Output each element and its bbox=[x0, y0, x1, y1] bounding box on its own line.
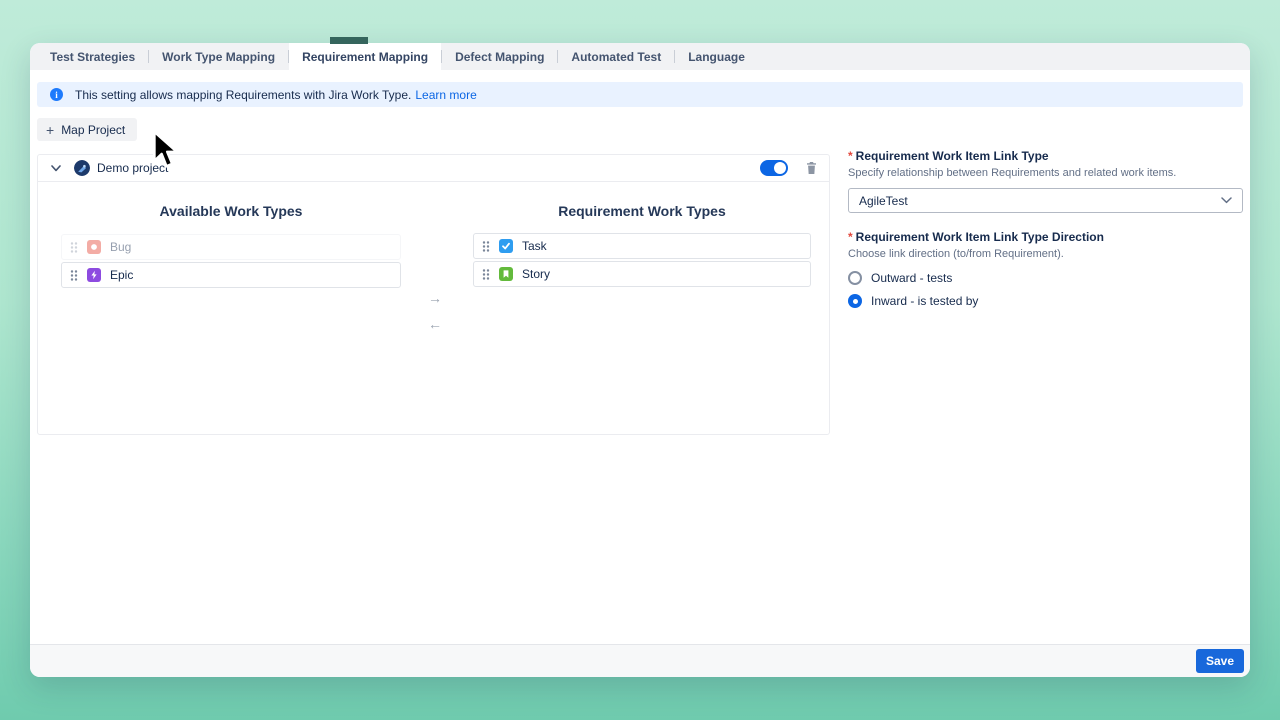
link-type-selected-value: AgileTest bbox=[859, 194, 908, 208]
save-button[interactable]: Save bbox=[1196, 649, 1244, 673]
direction-label-text: Requirement Work Item Link Type Directio… bbox=[856, 230, 1104, 244]
epic-icon bbox=[87, 268, 101, 282]
radio-inward-icon[interactable] bbox=[848, 294, 862, 308]
link-type-label: *Requirement Work Item Link Type bbox=[848, 149, 1243, 163]
radio-inward-label: Inward - is tested by bbox=[871, 294, 978, 308]
tab-defect-mapping[interactable]: Defect Mapping bbox=[442, 43, 557, 70]
progress-notch bbox=[330, 37, 368, 44]
project-row[interactable]: Demo project bbox=[38, 155, 829, 182]
map-project-button[interactable]: + Map Project bbox=[37, 118, 137, 141]
direction-description: Choose link direction (to/from Requireme… bbox=[848, 248, 1243, 260]
drag-handle-icon[interactable] bbox=[482, 268, 490, 281]
drag-handle-icon[interactable] bbox=[70, 269, 78, 282]
toggle-knob bbox=[774, 162, 786, 174]
tab-requirement-mapping[interactable]: Requirement Mapping bbox=[289, 43, 441, 70]
work-type-label: Story bbox=[522, 267, 550, 281]
work-type-item-task[interactable]: Task bbox=[473, 233, 811, 259]
work-type-label: Bug bbox=[110, 240, 131, 254]
project-enabled-toggle[interactable] bbox=[760, 160, 788, 176]
link-type-description: Specify relationship between Requirement… bbox=[848, 167, 1243, 179]
required-marker: * bbox=[848, 149, 853, 163]
available-work-types-title: Available Work Types bbox=[61, 203, 401, 219]
radio-inward[interactable]: Inward - is tested by bbox=[848, 294, 1243, 308]
drag-handle-icon[interactable] bbox=[482, 240, 490, 253]
work-type-label: Epic bbox=[110, 268, 133, 282]
map-project-label: Map Project bbox=[61, 123, 125, 137]
task-icon bbox=[499, 239, 513, 253]
project-name: Demo project bbox=[97, 161, 168, 175]
settings-card: Test Strategies Work Type Mapping Requir… bbox=[30, 43, 1250, 677]
radio-outward-label: Outward - tests bbox=[871, 271, 952, 285]
radio-outward-icon[interactable] bbox=[848, 271, 862, 285]
plus-icon: + bbox=[46, 123, 54, 137]
info-banner-text: This setting allows mapping Requirements… bbox=[75, 88, 411, 102]
work-type-label: Task bbox=[522, 239, 547, 253]
requirement-work-types-title: Requirement Work Types bbox=[473, 203, 811, 219]
link-type-select[interactable]: AgileTest bbox=[848, 188, 1243, 213]
project-mapping-panel: Demo project Available Work Types Requir… bbox=[37, 154, 830, 435]
link-type-label-text: Requirement Work Item Link Type bbox=[856, 149, 1049, 163]
work-type-item-epic[interactable]: Epic bbox=[61, 262, 401, 288]
info-banner: i This setting allows mapping Requiremen… bbox=[37, 82, 1243, 107]
tab-bar: Test Strategies Work Type Mapping Requir… bbox=[30, 43, 1250, 70]
work-type-item-story[interactable]: Story bbox=[473, 261, 811, 287]
story-icon bbox=[499, 267, 513, 281]
radio-outward[interactable]: Outward - tests bbox=[848, 271, 1243, 285]
footer-bar: Save bbox=[30, 644, 1250, 677]
link-type-settings: *Requirement Work Item Link Type Specify… bbox=[848, 149, 1243, 308]
drag-handle-icon[interactable] bbox=[70, 241, 78, 254]
trash-icon[interactable] bbox=[805, 161, 818, 175]
move-right-icon[interactable]: → bbox=[425, 291, 445, 305]
info-icon: i bbox=[50, 88, 63, 101]
move-left-icon[interactable]: ← bbox=[425, 317, 445, 331]
bug-icon bbox=[87, 240, 101, 254]
direction-label: *Requirement Work Item Link Type Directi… bbox=[848, 230, 1243, 244]
tab-test-strategies[interactable]: Test Strategies bbox=[37, 43, 148, 70]
work-type-item-bug[interactable]: Bug bbox=[61, 234, 401, 260]
chevron-down-icon[interactable] bbox=[51, 165, 61, 172]
dropdown-chevron-icon bbox=[1221, 197, 1232, 204]
project-avatar bbox=[74, 160, 90, 176]
required-marker: * bbox=[848, 230, 853, 244]
tab-automated-test[interactable]: Automated Test bbox=[558, 43, 674, 70]
tab-language[interactable]: Language bbox=[675, 43, 758, 70]
learn-more-link[interactable]: Learn more bbox=[415, 88, 476, 102]
tab-work-type-mapping[interactable]: Work Type Mapping bbox=[149, 43, 288, 70]
